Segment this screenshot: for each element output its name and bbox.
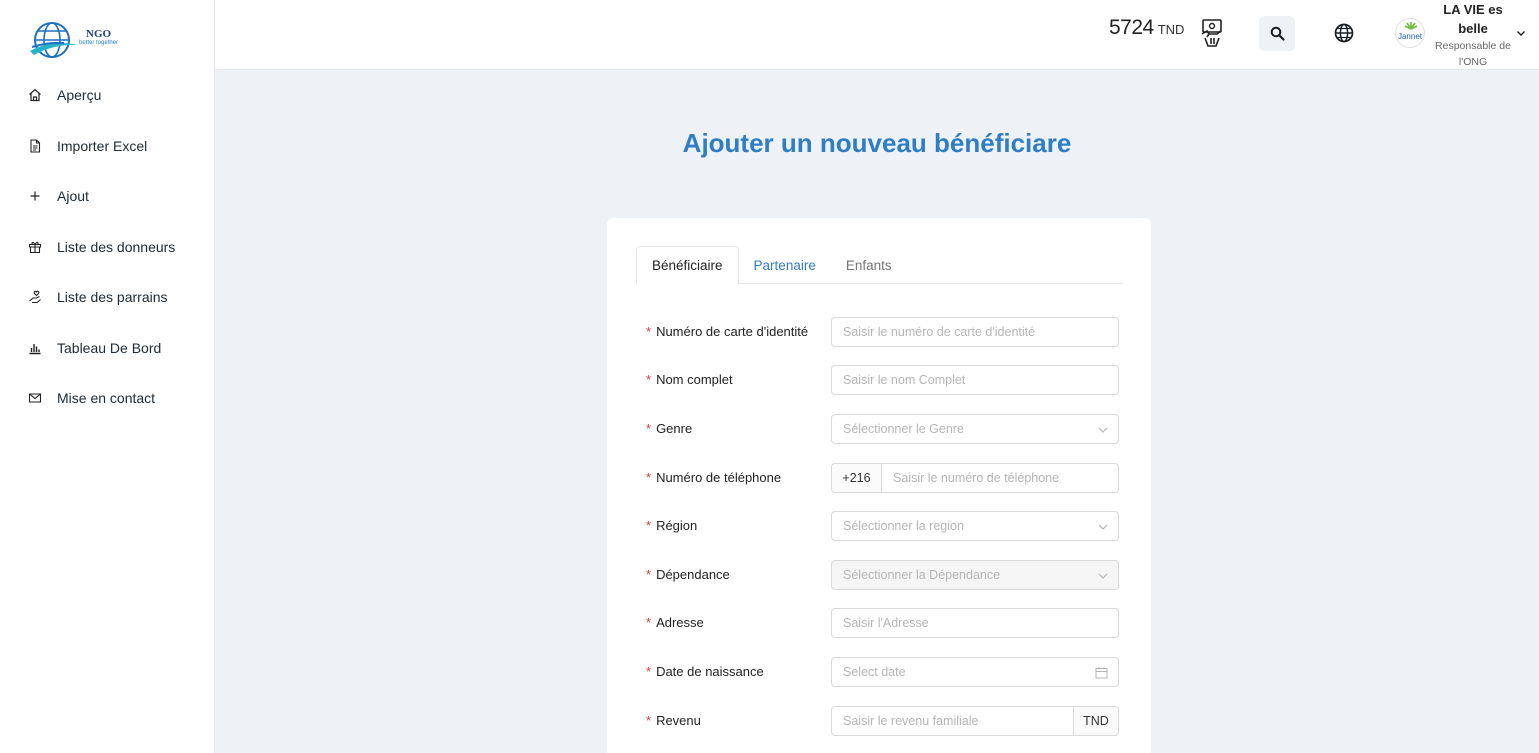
sidebar-item-liste-donneurs[interactable]: Liste des donneurs [0, 222, 214, 273]
form-row-revenu: * Revenu Saisir le revenu familiale TND [646, 706, 1119, 738]
plus-icon [28, 189, 42, 203]
beneficiary-form-card: Bénéficiaire Partenaire Enfants * Numéro … [607, 218, 1151, 753]
input-placeholder: Saisir le revenu familiale [843, 714, 979, 728]
language-globe-icon[interactable] [1333, 22, 1355, 44]
top-header: 5724 TND Jannet LA VIE es belle Responsa… [215, 0, 1539, 70]
form-row-cin: * Numéro de carte d'identité Saisir le nu… [646, 317, 1119, 349]
select-placeholder: Sélectionner le Genre [843, 422, 964, 436]
gift-icon [28, 240, 42, 254]
form-row-adresse: * Adresse Saisir l'Adresse [646, 608, 1119, 640]
sidebar-item-label: Aperçu [57, 87, 102, 104]
input-placeholder: Saisir le numéro de téléphone [893, 471, 1060, 485]
sidebar-item-mise-en-contact[interactable]: Mise en contact [0, 373, 214, 424]
chevron-down-icon[interactable] [1515, 27, 1527, 39]
dependance-select[interactable]: Sélectionner la Dépendance [831, 560, 1119, 590]
sidebar: NGO better together Aperçu Importer Exce… [0, 0, 215, 753]
globe-logo-icon [30, 22, 78, 58]
sidebar-item-ajout[interactable]: Ajout [0, 171, 214, 222]
tab-partenaire[interactable]: Partenaire [739, 246, 831, 284]
sidebar-item-label: Tableau De Bord [57, 339, 162, 356]
money-hand-icon [1201, 19, 1222, 47]
tab-beneficiaire[interactable]: Bénéficiaire [636, 246, 739, 285]
gender-select[interactable]: Sélectionner le Genre [831, 414, 1119, 444]
field-label: * Genre [646, 421, 693, 436]
select-placeholder: Sélectionner la Dépendance [843, 568, 1001, 582]
input-placeholder: Saisir le nom Complet [843, 373, 966, 387]
field-label: * Dépendance [646, 567, 730, 582]
sidebar-item-apercu[interactable]: Aperçu [0, 70, 214, 121]
chevron-down-icon [1098, 524, 1108, 530]
form-row-dependance: * Dépendance Sélectionner la Dépendance [646, 560, 1119, 592]
user-role: Responsable de l'ONG [1435, 40, 1511, 68]
sidebar-item-liste-parrains[interactable]: Liste des parrains [0, 272, 214, 323]
income-input[interactable]: Saisir le revenu familiale TND [831, 706, 1119, 736]
user-info[interactable]: LA VIE es belle Responsable de l'ONG [1435, 0, 1511, 70]
field-label: * Numéro de téléphone [646, 470, 782, 485]
user-name: LA VIE es belle [1443, 2, 1503, 36]
select-placeholder: Sélectionner la region [843, 519, 964, 533]
balance-amount: 5724 [1109, 16, 1154, 39]
currency-suffix: TND [1073, 707, 1118, 735]
avatar[interactable]: Jannet [1395, 18, 1425, 48]
cin-input[interactable]: Saisir le numéro de carte d'identité [831, 317, 1119, 347]
avatar-text: Jannet [1397, 31, 1423, 41]
field-label: * Date de naissance [646, 664, 764, 679]
ngo-logo[interactable]: NGO better together [28, 20, 128, 62]
field-label: * Nom complet [646, 372, 733, 387]
file-icon [28, 139, 42, 153]
home-icon [28, 88, 42, 102]
search-button[interactable] [1259, 16, 1295, 51]
bar-chart-icon [28, 341, 42, 355]
form-row-nom: * Nom complet Saisir le nom Complet [646, 365, 1119, 397]
field-label: * Revenu [646, 713, 701, 728]
page-title: Ajouter un nouveau bénéficiare [682, 128, 1072, 158]
sidebar-item-label: Liste des donneurs [57, 238, 176, 255]
birthdate-picker[interactable]: Select date [831, 657, 1119, 687]
sidebar-item-tableau-de-bord[interactable]: Tableau De Bord [0, 323, 214, 374]
logo-tagline: better together [79, 40, 119, 46]
form-tabs: Bénéficiaire Partenaire Enfants [636, 246, 1123, 285]
balance-display: 5724 TND [1109, 16, 1184, 40]
field-label: * Numéro de carte d'identité [646, 324, 809, 339]
sidebar-item-importer-excel[interactable]: Importer Excel [0, 121, 214, 172]
logo-title: NGO [86, 28, 112, 40]
calendar-icon [1095, 667, 1108, 679]
balance-unit: TND [1157, 22, 1185, 37]
mail-icon [28, 391, 42, 405]
form-row-telephone: * Numéro de téléphone +216 Saisir le numé… [646, 463, 1119, 495]
form-row-genre: * Genre Sélectionner le Genre [646, 414, 1119, 446]
sidebar-nav: Aperçu Importer Excel Ajout Liste des do… [0, 70, 214, 424]
chevron-down-icon [1098, 573, 1108, 579]
form-row-region: * Région Sélectionner la region [646, 511, 1119, 543]
hand-heart-icon [28, 290, 42, 304]
input-placeholder: Saisir le numéro de carte d'identité [843, 325, 1036, 339]
input-placeholder: Saisir l'Adresse [843, 616, 929, 630]
sidebar-item-label: Ajout [57, 188, 89, 205]
input-placeholder: Select date [843, 665, 906, 679]
full-name-input[interactable]: Saisir le nom Complet [831, 365, 1119, 395]
address-input[interactable]: Saisir l'Adresse [831, 608, 1119, 638]
form-row-date-naissance: * Date de naissance Select date [646, 657, 1119, 689]
region-select[interactable]: Sélectionner la region [831, 511, 1119, 541]
phone-prefix: +216 [832, 464, 882, 492]
phone-input[interactable]: +216 Saisir le numéro de téléphone [831, 463, 1119, 493]
field-label: * Région [646, 518, 698, 533]
sidebar-item-label: Liste des parrains [57, 289, 168, 306]
tab-enfants[interactable]: Enfants [831, 246, 907, 284]
chevron-down-icon [1098, 427, 1108, 433]
sidebar-item-label: Mise en contact [57, 390, 156, 407]
sidebar-item-label: Importer Excel [57, 137, 148, 154]
search-icon [1270, 26, 1285, 41]
field-label: * Adresse [646, 615, 704, 630]
